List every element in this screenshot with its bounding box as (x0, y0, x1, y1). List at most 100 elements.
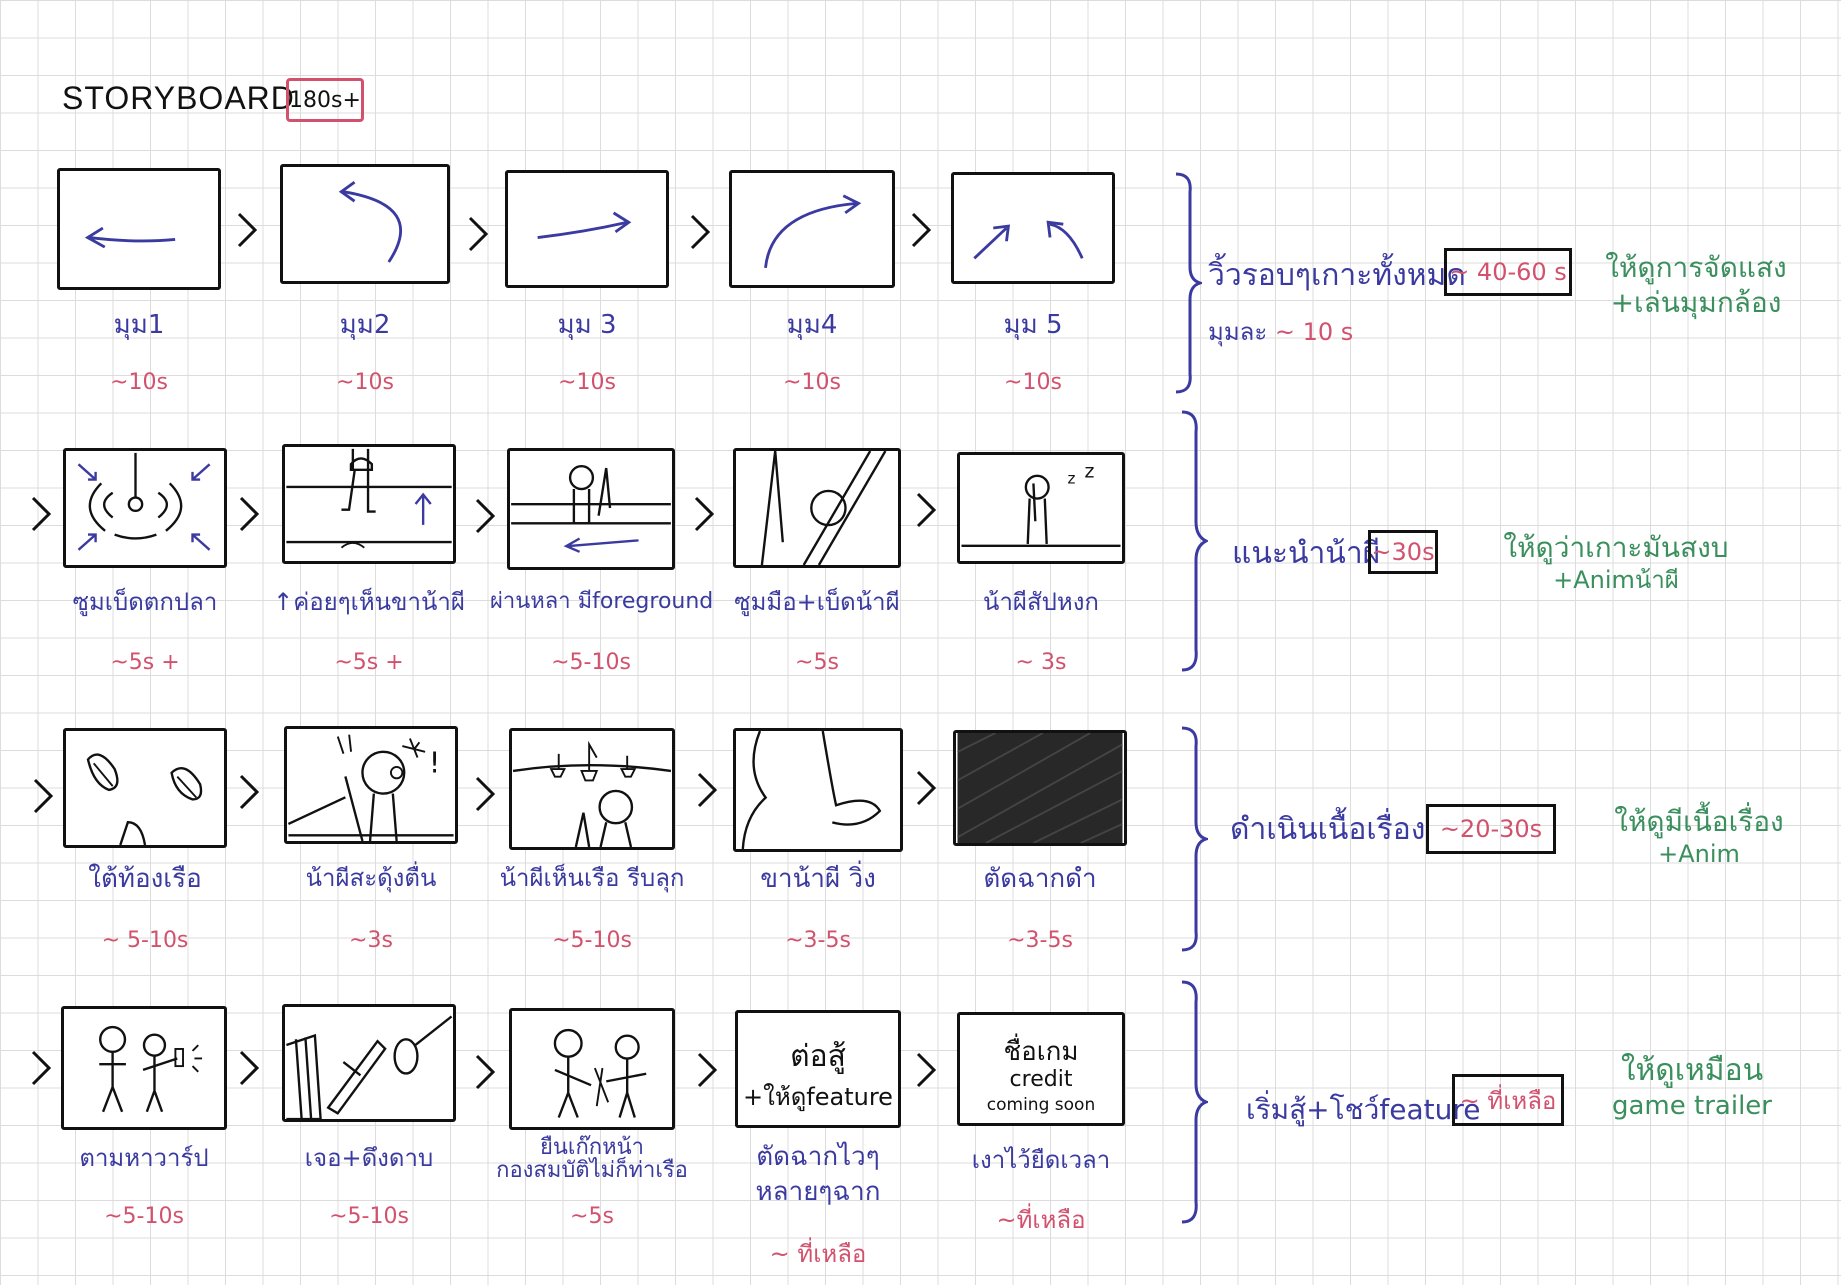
shot-frame-r1-4[interactable] (729, 170, 895, 288)
shot-label: ตัดฉากดำ (983, 864, 1097, 894)
fishing-hook-sketch (77, 452, 211, 551)
shot-duration: ~5s + (334, 650, 404, 675)
shot-duration: ~10s (783, 370, 841, 395)
shot-label: น้าผีสัปหงก (983, 588, 1099, 616)
note-line: +Anim (1658, 840, 1740, 868)
ghost-sleeping-sketch: z z (961, 461, 1121, 548)
boat-bottom-sketch (86, 753, 203, 845)
chevron-right-icon (239, 774, 260, 810)
shot-frame-r1-2[interactable] (280, 164, 450, 284)
chevron-right-icon (237, 212, 258, 248)
ghost-running-legs-sketch (741, 731, 882, 849)
shot-frame-r4-5[interactable]: ชื่อเกม credit coming soon (957, 1012, 1125, 1126)
shot-duration: ~5-10s (104, 1204, 184, 1229)
chevron-right-icon (239, 496, 260, 532)
section-title: ดำเนินเนื้อเรื่อง (1230, 812, 1426, 847)
total-duration-badge: 180s+ (286, 78, 364, 122)
shot-label: น้าผีสะดุ้งตื่น (305, 864, 437, 892)
shot-frame-r3-1[interactable] (63, 728, 227, 848)
shot-frame-r4-1[interactable] (61, 1006, 227, 1130)
shot-label: ↑ค่อยๆเห็นขาน้าผี (273, 588, 465, 616)
shot-duration: ~ 5-10s (101, 928, 189, 953)
shot-label: ยืนเก๊กหน้า กองสมบัติไม่ก็ท่าเรือ (496, 1135, 688, 1184)
black-cut-sketch (957, 733, 1123, 843)
subnote-text: มุมละ (1208, 318, 1268, 346)
section-time-box: ~30s (1368, 530, 1438, 574)
note-line: ให้ดูการจัดแสง (1605, 251, 1787, 284)
shot-frame-r2-2[interactable] (282, 444, 456, 564)
shot-duration: ~5s (795, 650, 839, 675)
shot-duration: ~5s + (110, 650, 180, 675)
section-brace (1175, 172, 1202, 394)
arrows-up-sketch (973, 220, 1084, 260)
arrow-left-sketch (84, 226, 176, 249)
shot-frame-r1-1[interactable] (57, 168, 221, 290)
section-brace (1181, 980, 1208, 1224)
frame-caption: coming soon (986, 1095, 1096, 1115)
shot-frame-r4-3[interactable] (509, 1008, 675, 1130)
shot-duration: ~10s (110, 370, 168, 395)
shot-label: ตัดฉากไวๆ หลายๆฉาก (755, 1142, 881, 1208)
note-line: ให้ดูเหมือน (1620, 1053, 1764, 1088)
shot-label: มุม4 (786, 310, 838, 340)
section-title: แนะนำน้าผี (1232, 536, 1381, 571)
section-time-box: ~20-30s (1426, 804, 1556, 854)
section-brace (1181, 726, 1208, 952)
section-note: ให้ดูมีเนื้อเรื่อง +Anim (1594, 804, 1804, 869)
chevron-right-icon (690, 214, 711, 250)
section-note: ให้ดูว่าเกาะมันสงบ +Animน้าผี (1496, 530, 1736, 595)
note-line: +เล่นมุมกล้อง (1610, 286, 1782, 319)
shot-frame-r3-5[interactable] (953, 730, 1127, 846)
shot-duration: ~5-10s (329, 1204, 409, 1229)
shot-frame-r2-5[interactable]: z z (957, 452, 1125, 564)
shot-duration: ~10s (558, 370, 616, 395)
shot-frame-r4-4[interactable]: ต่อสู้ +ให้ดูfeature (735, 1010, 901, 1128)
shot-label: ซูมมือ+เบ็ดน้าผี (734, 588, 900, 616)
shot-frame-r1-5[interactable] (951, 172, 1115, 284)
shot-label: ขาน้าผี วิ่ง (760, 864, 876, 894)
section-note: ให้ดูการจัดแสง +เล่นมุมกล้อง (1596, 250, 1796, 320)
shot-frame-r2-4[interactable] (733, 448, 901, 568)
shot-duration: ~ที่เหลือ (996, 1206, 1086, 1234)
frame-caption: ชื่อเกม (1003, 1037, 1079, 1067)
shot-duration: ~5-10s (552, 928, 632, 953)
shot-frame-r3-4[interactable] (733, 728, 903, 852)
search-warp-sketch (99, 1025, 203, 1113)
section-brace (1181, 410, 1208, 672)
ghost-startled-sketch: ! (287, 734, 454, 841)
chevron-right-icon (31, 1050, 52, 1086)
sword-pull-sketch (286, 1015, 453, 1119)
shot-frame-r3-2[interactable]: ! (284, 726, 458, 844)
section-time-box: ~ 40-60 s (1444, 248, 1572, 296)
shot-frame-r2-3[interactable] (507, 448, 675, 570)
shot-label: ตามหาวาร์ป (79, 1144, 209, 1172)
shot-duration: ~5s (570, 1204, 614, 1229)
svg-text:z: z (1085, 461, 1095, 483)
shot-duration: ~10s (1004, 370, 1062, 395)
chevron-right-icon (916, 1052, 937, 1088)
frame-caption: credit (1009, 1067, 1073, 1092)
section-subnote: มุมละ ~ 10 s (1208, 312, 1353, 351)
note-line: +Animน้าผี (1553, 566, 1679, 594)
chevron-right-icon (31, 496, 52, 532)
shot-label: เงาไว้ยืดเวลา (971, 1146, 1111, 1174)
shot-label: มุม1 (113, 310, 165, 340)
shot-duration: ~10s (336, 370, 394, 395)
shot-frame-r1-3[interactable] (505, 170, 669, 288)
page-title: STORYBOARD (62, 80, 295, 116)
subnote-time: ~ 10 s (1274, 318, 1354, 346)
chevron-right-icon (911, 212, 932, 248)
shot-frame-r4-2[interactable] (282, 1004, 456, 1122)
note-line: game trailer (1612, 1090, 1772, 1121)
section-title: วิ้วรอบๆเกาะทั้งหมด (1208, 258, 1466, 293)
foreground-pass-sketch (511, 465, 671, 553)
arrow-arc-sketch (764, 194, 862, 269)
shot-frame-r3-3[interactable] (509, 728, 675, 850)
shot-label: ซูมเบ็ดตกปลา (72, 588, 218, 616)
shot-label: ใต้ท้องเรือ (88, 864, 202, 894)
chevron-right-icon (697, 772, 718, 808)
shot-duration: ~3s (349, 928, 393, 953)
shot-label: น้าผีเห็นเรือ รีบลุก (499, 864, 685, 892)
svg-text:z: z (1068, 469, 1076, 487)
shot-frame-r2-1[interactable] (63, 448, 227, 568)
